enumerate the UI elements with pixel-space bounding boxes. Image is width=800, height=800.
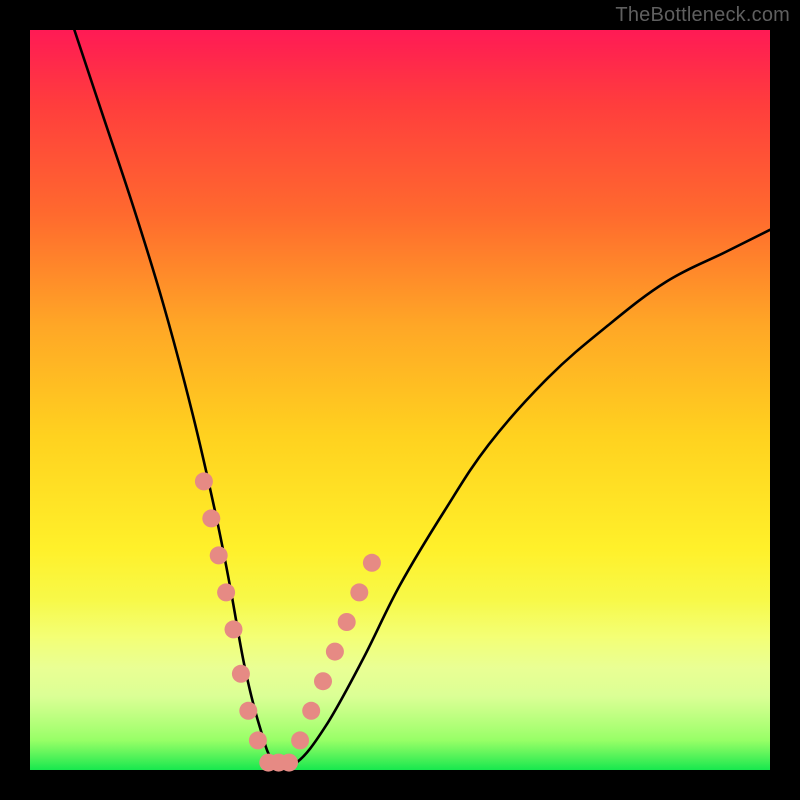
chart-frame: TheBottleneck.com — [0, 0, 800, 800]
highlight-dot — [280, 754, 298, 772]
highlight-dot — [225, 620, 243, 638]
highlight-dot — [249, 731, 267, 749]
watermark-text: TheBottleneck.com — [615, 4, 790, 27]
highlight-dot — [338, 613, 356, 631]
highlight-dot — [363, 554, 381, 572]
highlight-dot — [239, 702, 257, 720]
highlight-dot — [314, 672, 332, 690]
highlight-dot — [302, 702, 320, 720]
highlight-dot — [232, 665, 250, 683]
highlight-dot — [210, 546, 228, 564]
highlight-dot — [217, 583, 235, 601]
highlight-dot — [291, 731, 309, 749]
highlight-dot — [350, 583, 368, 601]
plot-area — [30, 30, 770, 770]
chart-svg — [30, 30, 770, 770]
bottleneck-curve — [74, 30, 770, 768]
highlight-dot — [326, 643, 344, 661]
highlight-dot — [202, 509, 220, 527]
highlight-dots — [195, 472, 381, 771]
highlight-dot — [195, 472, 213, 490]
